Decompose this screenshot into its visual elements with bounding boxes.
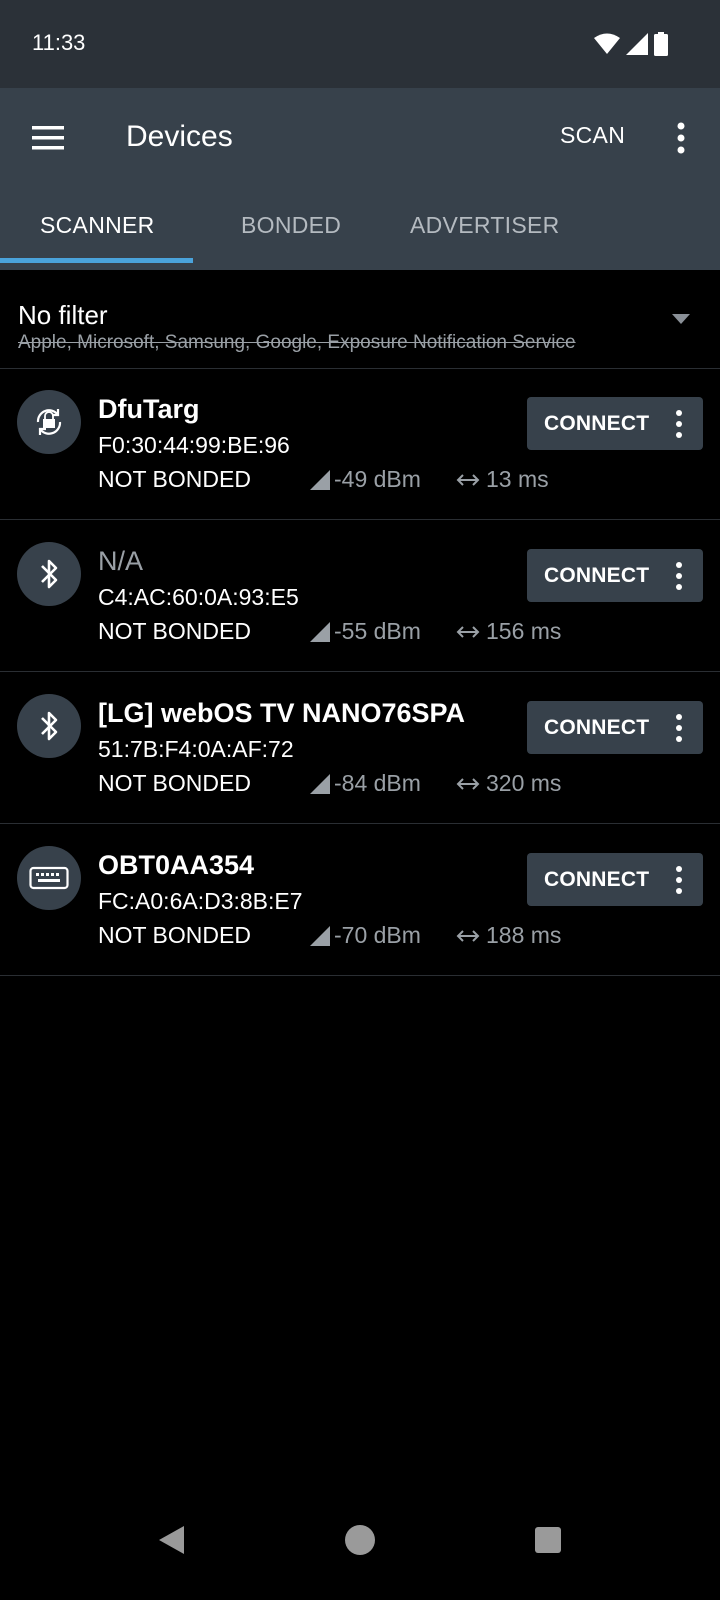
device-address: FC:A0:6A:D3:8B:E7 — [98, 888, 303, 914]
more-vert-icon[interactable] — [673, 865, 685, 895]
scan-button[interactable]: SCAN — [560, 122, 625, 149]
filter-excluded-list: Apple, Microsoft, Samsung, Google, Expos… — [18, 332, 576, 353]
dfu-lock-icon — [36, 409, 62, 435]
more-vert-icon[interactable] — [673, 561, 685, 591]
tab-indicator — [0, 258, 193, 263]
home-icon[interactable] — [344, 1524, 376, 1556]
rssi-text: -49 dBm — [334, 466, 421, 492]
interval-arrows-icon — [456, 473, 480, 486]
interval-text: 13 ms — [486, 466, 549, 492]
connect-label: CONNECT — [544, 716, 650, 739]
rssi-value: -70 dBm — [310, 922, 421, 949]
advertising-interval: 320 ms — [456, 770, 561, 797]
more-vert-icon[interactable] — [673, 409, 685, 439]
signal-strength-icon — [310, 925, 330, 946]
interval-text: 156 ms — [486, 618, 562, 644]
app-bar: Devices SCAN SCANNER BONDED ADVERTISER — [0, 88, 720, 270]
tab-bonded[interactable]: BONDED — [241, 212, 341, 239]
device-name: OBT0AA354 — [98, 850, 255, 880]
status-icons — [594, 32, 668, 56]
wifi-icon — [594, 33, 620, 54]
device-avatar — [17, 542, 81, 606]
bond-state: NOT BONDED — [98, 922, 251, 948]
device-address: C4:AC:60:0A:93:E5 — [98, 584, 299, 610]
device-row[interactable]: DfuTarg F0:30:44:99:BE:96 NOT BONDED -49… — [0, 368, 720, 520]
more-vert-icon[interactable] — [673, 713, 685, 743]
interval-text: 320 ms — [486, 770, 562, 796]
status-time: 11:33 — [32, 30, 86, 55]
rssi-value: -49 dBm — [310, 466, 421, 493]
more-vert-icon — [677, 122, 685, 154]
bluetooth-icon — [41, 559, 58, 589]
device-avatar — [17, 694, 81, 758]
rssi-value: -55 dBm — [310, 618, 421, 645]
page-title: Devices — [126, 120, 233, 153]
rssi-value: -84 dBm — [310, 770, 421, 797]
status-bar: 11:33 — [0, 0, 720, 88]
cell-signal-icon — [626, 33, 648, 55]
rssi-text: -70 dBm — [334, 922, 421, 948]
hamburger-icon — [32, 126, 64, 150]
device-row[interactable]: N/A C4:AC:60:0A:93:E5 NOT BONDED -55 dBm… — [0, 520, 720, 672]
signal-strength-icon — [310, 621, 330, 642]
interval-arrows-icon — [456, 625, 480, 638]
device-address: F0:30:44:99:BE:96 — [98, 432, 290, 458]
tab-advertiser[interactable]: ADVERTISER — [410, 212, 560, 239]
filter-title: No filter — [18, 300, 108, 330]
rssi-text: -84 dBm — [334, 770, 421, 796]
device-avatar — [17, 390, 81, 454]
connect-button[interactable]: CONNECT — [527, 549, 703, 602]
device-row[interactable]: OBT0AA354 FC:A0:6A:D3:8B:E7 NOT BONDED -… — [0, 824, 720, 976]
connect-button[interactable]: CONNECT — [527, 701, 703, 754]
device-name: N/A — [98, 546, 144, 576]
device-name: DfuTarg — [98, 394, 200, 424]
connect-label: CONNECT — [544, 868, 650, 891]
advertising-interval: 13 ms — [456, 466, 549, 493]
interval-text: 188 ms — [486, 922, 562, 948]
advertising-interval: 156 ms — [456, 618, 561, 645]
device-name: [LG] webOS TV NANO76SPA — [98, 698, 466, 728]
advertising-interval: 188 ms — [456, 922, 561, 949]
system-nav-bar — [0, 1510, 720, 1600]
device-row[interactable]: [LG] webOS TV NANO76SPA 51:7B:F4:0A:AF:7… — [0, 672, 720, 824]
battery-icon — [654, 32, 668, 56]
recents-icon[interactable] — [534, 1526, 562, 1554]
bluetooth-icon — [41, 711, 58, 741]
dropdown-arrow-icon — [672, 314, 690, 324]
menu-button[interactable] — [28, 118, 68, 158]
rssi-text: -55 dBm — [334, 618, 421, 644]
interval-arrows-icon — [456, 929, 480, 942]
signal-strength-icon — [310, 469, 330, 490]
connect-button[interactable]: CONNECT — [527, 397, 703, 450]
connect-button[interactable]: CONNECT — [527, 853, 703, 906]
connect-label: CONNECT — [544, 564, 650, 587]
device-list: DfuTarg F0:30:44:99:BE:96 NOT BONDED -49… — [0, 368, 720, 976]
back-icon[interactable] — [156, 1524, 186, 1556]
tab-scanner[interactable]: SCANNER — [40, 212, 155, 239]
bond-state: NOT BONDED — [98, 466, 251, 492]
signal-strength-icon — [310, 773, 330, 794]
interval-arrows-icon — [456, 777, 480, 790]
bond-state: NOT BONDED — [98, 618, 251, 644]
bond-state: NOT BONDED — [98, 770, 251, 796]
overflow-menu-button[interactable] — [666, 118, 696, 158]
device-avatar — [17, 846, 81, 910]
keyboard-icon — [29, 866, 69, 890]
connect-label: CONNECT — [544, 412, 650, 435]
filter-dropdown[interactable]: No filter Apple, Microsoft, Samsung, Goo… — [0, 270, 720, 369]
device-address: 51:7B:F4:0A:AF:72 — [98, 736, 294, 762]
